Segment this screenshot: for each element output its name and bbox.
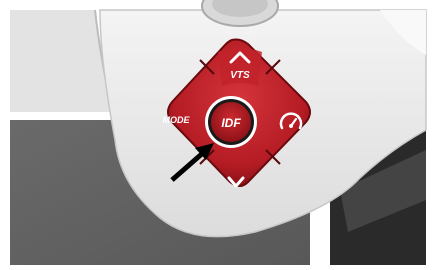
vts-up-button[interactable]: VTS <box>218 48 262 86</box>
idf-button[interactable]: IDF <box>205 96 257 148</box>
idf-label: IDF <box>221 116 241 130</box>
vts-label: VTS <box>230 70 250 81</box>
photo-scene: VTS MODE IDF <box>0 0 436 270</box>
mode-label: MODE <box>163 115 191 125</box>
mode-button[interactable]: MODE <box>163 115 191 125</box>
switch-illustration: VTS MODE IDF <box>0 0 436 270</box>
